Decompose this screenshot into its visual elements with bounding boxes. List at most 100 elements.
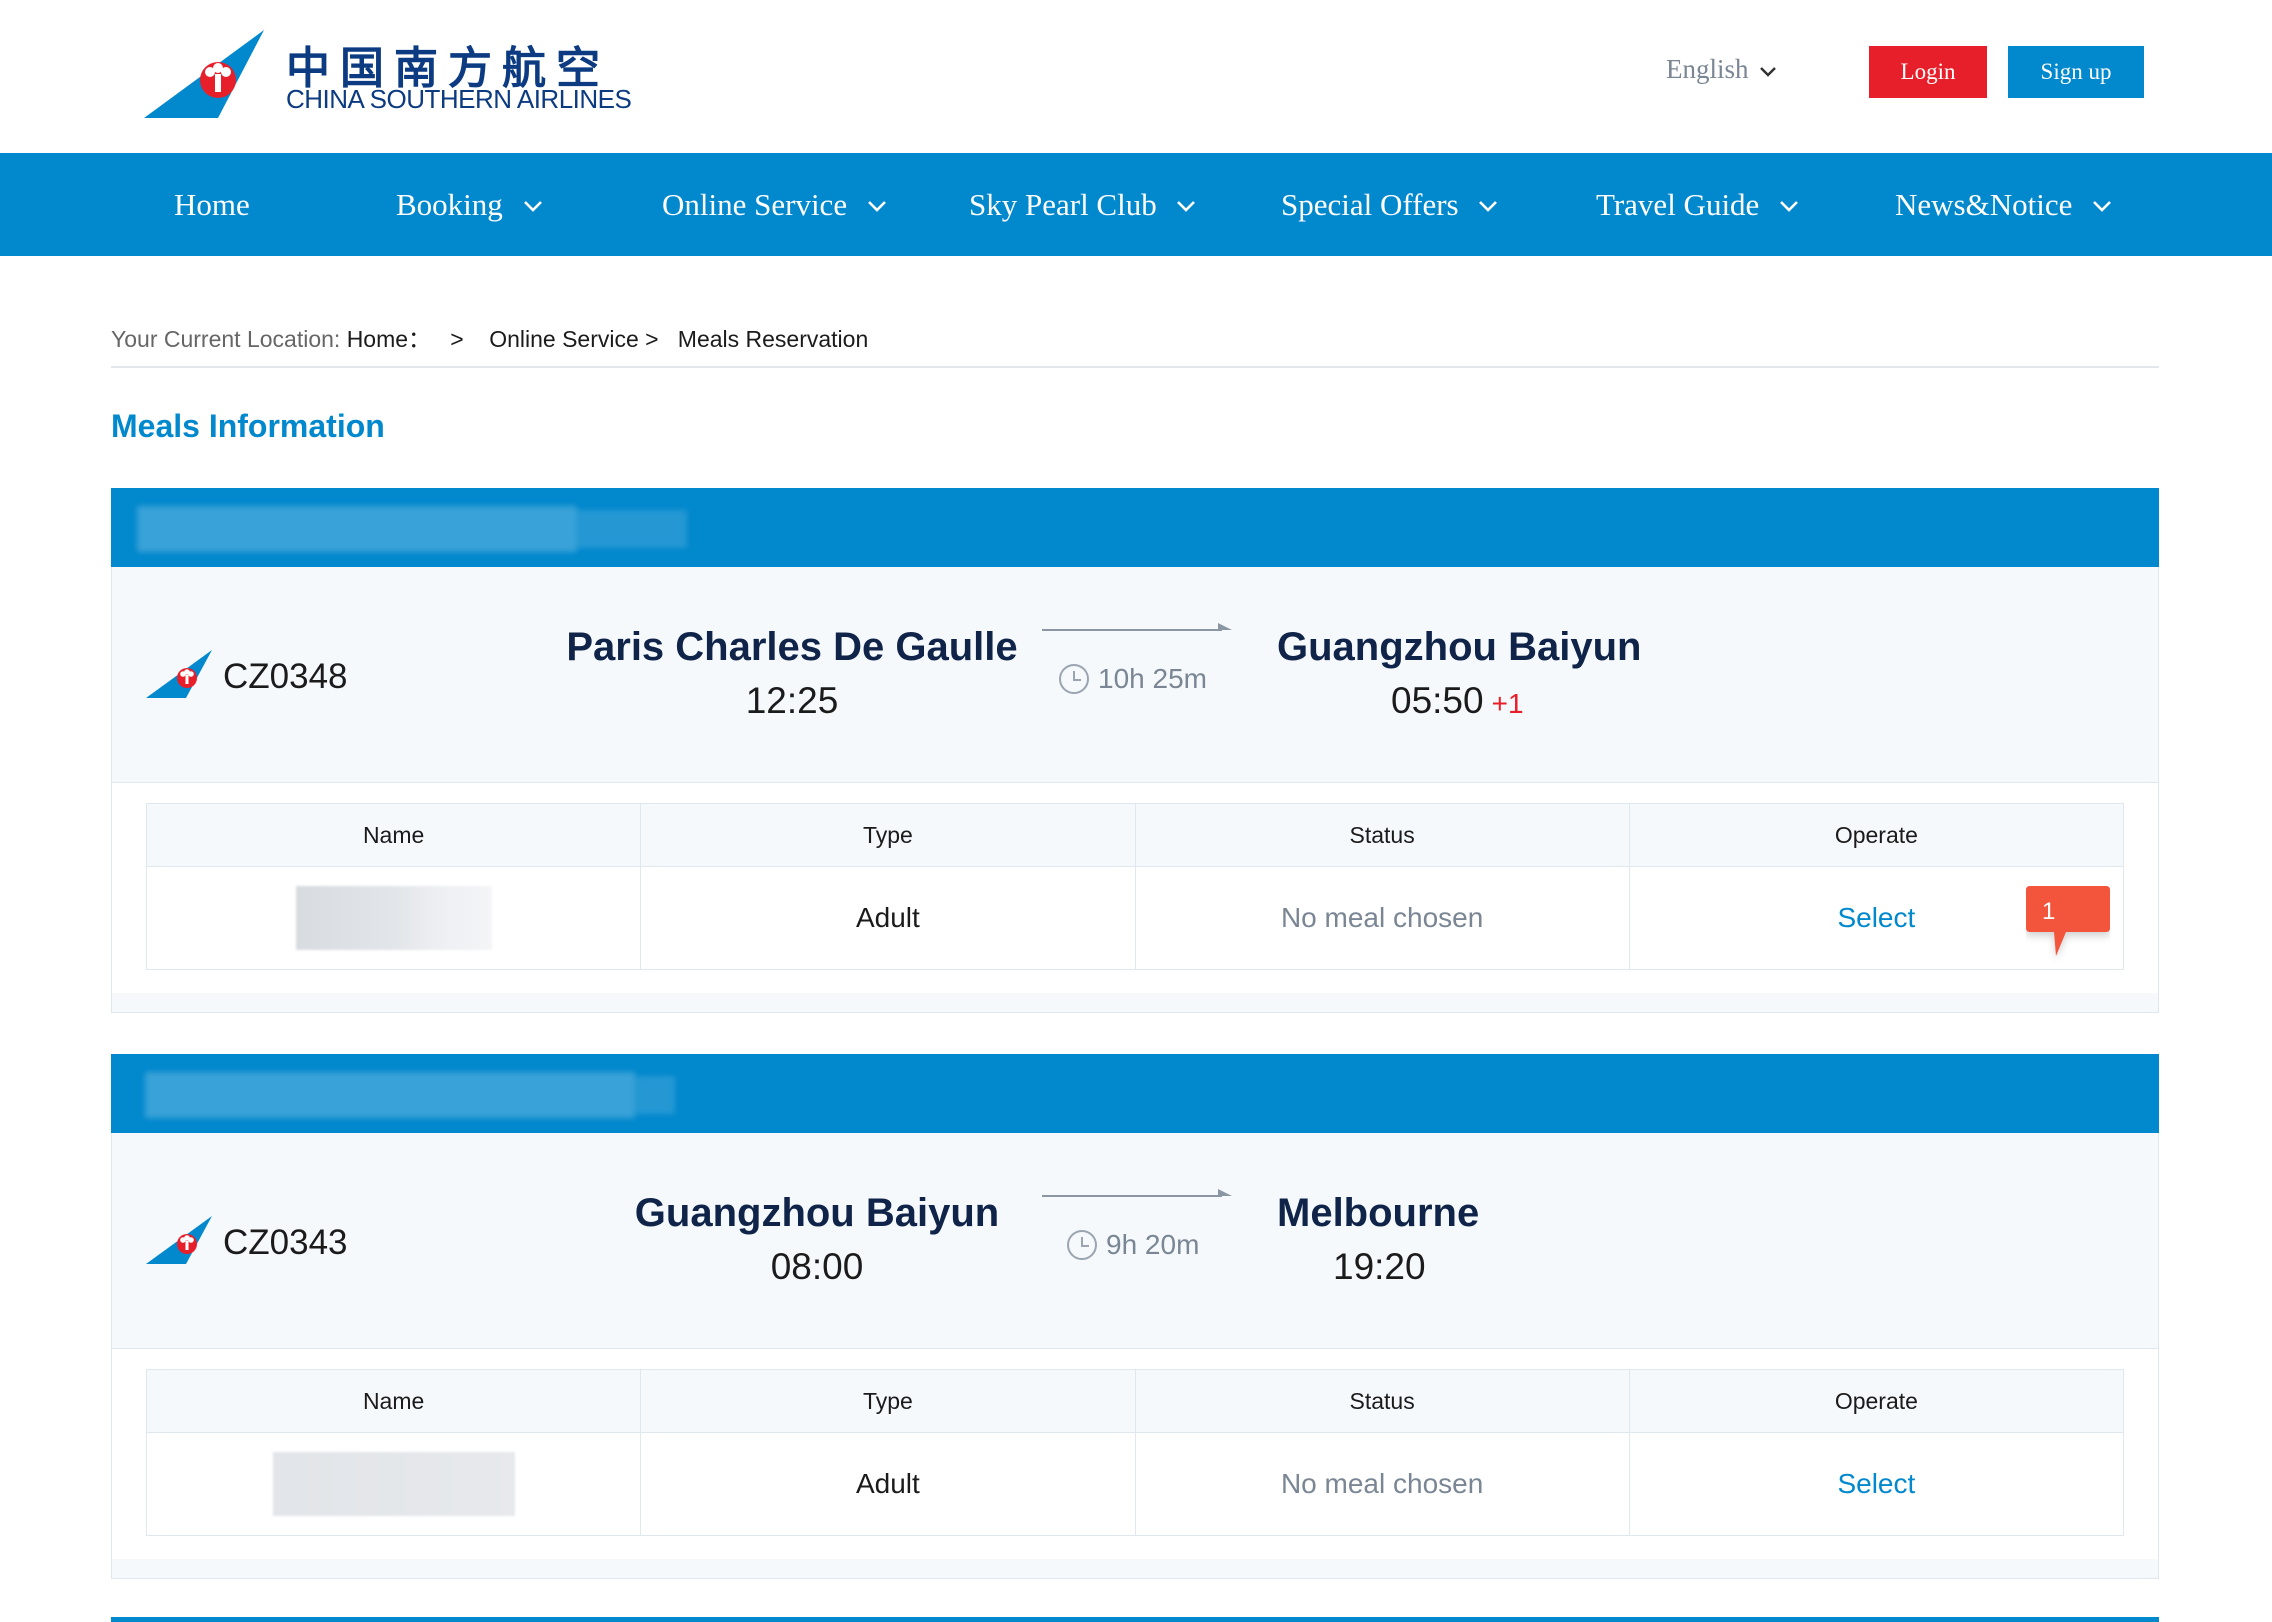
chevron-down-icon [523,200,542,212]
nav-item-news-notice[interactable]: News&Notice [1895,153,2112,256]
origin-name: Paris Charles De Gaulle [566,625,1018,669]
column-header-status: Status [1134,1369,1630,1433]
redacted-flight-date [145,1072,635,1118]
select-meal-link[interactable]: Select [1837,1468,1915,1499]
main-nav: Home Booking Online Service Sky Pearl Cl… [0,153,2272,256]
destination-airport: Melbourne 19:20 [1277,1191,1677,1288]
redacted-passenger-name [295,886,492,950]
destination-name: Guangzhou Baiyun [1277,625,1642,669]
login-button[interactable]: Login [1869,46,1987,98]
nav-item-booking[interactable]: Booking [396,153,543,256]
breadcrumb-current: Meals Reservation [677,326,869,352]
flight-duration: 10h 25m [1058,663,1207,697]
flight-info: CZ0348 Paris Charles De Gaulle 12:25 10h… [112,567,2158,782]
arrow-right-icon [1042,623,1232,631]
flight-number: CZ0348 [223,657,348,696]
passenger-type: Adult [640,866,1136,970]
table-row: Adult No meal chosen Select [145,1432,2125,1536]
airline-logo[interactable]: 中国南方航空 CHINA SOUTHERN AIRLINES [144,30,632,120]
redacted-flight-date [137,506,577,552]
flight-card-body: CZ0343 Guangzhou Baiyun 08:00 9h 20m Mel… [111,1133,2159,1579]
page-title: Meals Information [111,408,385,444]
flight-info: CZ0343 Guangzhou Baiyun 08:00 9h 20m Mel… [112,1133,2158,1348]
duration-text: 9h 20m [1106,1229,1200,1260]
redacted-flight-date [635,1076,675,1114]
chevron-down-icon [1479,200,1498,212]
arrival-time: 19:20 [1333,1246,1426,1287]
next-card-edge [111,1617,2159,1622]
passenger-name-cell [145,1432,642,1536]
departure-time: 08:00 [770,1246,864,1287]
nav-item-label: Online Service [662,187,848,222]
table-header-row: Name Type Status Operate [145,803,2125,867]
site-header: 中国南方航空 CHINA SOUTHERN AIRLINES English L… [0,0,2272,153]
clock-icon [1067,1229,1097,1260]
departure-time: 12:25 [745,680,839,721]
nav-item-label: Sky Pearl Club [969,187,1157,222]
chevron-down-icon [2093,200,2112,212]
breadcrumb: Your Current Location: Home： > Online Se… [111,320,868,354]
nav-item-sky-pearl-club[interactable]: Sky Pearl Club [969,153,1196,256]
flight-card-header [111,1054,2159,1133]
breadcrumb-online-service-link[interactable]: Online Service > [489,326,658,352]
arrival-time-row: 19:20 [1333,1246,1677,1288]
origin-name: Guangzhou Baiyun [634,1191,1000,1235]
column-header-name: Name [145,1369,642,1433]
nav-item-special-offers[interactable]: Special Offers [1281,153,1498,256]
flight-card-header [111,488,2159,567]
column-header-operate: Operate [1628,1369,2125,1433]
chevron-down-icon [1177,200,1196,212]
passenger-section: Name Type Status Operate Adult No meal c… [112,783,2158,993]
breadcrumb-separator: > [450,326,464,352]
nav-item-home[interactable]: Home [174,153,250,256]
day-offset: +1 [1491,688,1524,719]
arrow-right-icon [1042,1189,1232,1197]
breadcrumb-home-link[interactable]: Home： [347,326,431,352]
meal-status: No meal chosen [1134,866,1630,970]
select-meal-link[interactable]: Select [1837,902,1915,933]
destination-airport: Guangzhou Baiyun 05:50 +1 [1277,625,1877,722]
passenger-table: Name Type Status Operate Adult No meal c… [145,803,2125,970]
passenger-table: Name Type Status Operate Adult No meal c… [145,1369,2125,1536]
table-row: Adult No meal chosen Select [145,866,2125,970]
signup-button[interactable]: Sign up [2008,46,2144,98]
flight-card-body: CZ0348 Paris Charles De Gaulle 12:25 10h… [111,567,2159,1013]
logo-bird-icon [144,30,264,118]
destination-name: Melbourne [1277,1191,1480,1235]
column-header-type: Type [640,1369,1136,1433]
chevron-down-icon [1760,66,1777,77]
nav-item-label: Booking [396,187,503,222]
flight-duration: 9h 20m [1066,1229,1199,1263]
origin-airport: Guangzhou Baiyun 08:00 [612,1191,1022,1288]
nav-item-online-service[interactable]: Online Service [662,153,887,256]
breadcrumb-divider [111,366,2159,368]
clock-icon [1059,663,1089,694]
duration-text: 10h 25m [1098,663,1207,694]
notification-count: 1 [2042,898,2056,925]
arrival-time-row: 05:50 +1 [1391,680,1877,722]
language-selector[interactable]: English [1666,54,1777,85]
chevron-down-icon [1780,200,1798,212]
column-header-operate: Operate [1628,803,2125,867]
airline-logo-icon [146,1216,212,1264]
language-label: English [1666,54,1749,84]
logo-english-name: CHINA SOUTHERN AIRLINES [286,84,632,114]
flight-card: CZ0343 Guangzhou Baiyun 08:00 9h 20m Mel… [111,1054,2159,1579]
flight-card: CZ0348 Paris Charles De Gaulle 12:25 10h… [111,488,2159,1013]
nav-item-label: Special Offers [1281,187,1459,222]
redacted-passenger-name [272,1452,515,1516]
notification-bubble-icon [2026,886,2110,956]
airline-logo-icon [146,650,212,698]
meal-status: No meal chosen [1134,1432,1630,1536]
column-header-name: Name [145,803,642,867]
operate-cell: Select [1628,1432,2125,1536]
arrival-time: 05:50 [1391,680,1484,721]
column-header-status: Status [1134,803,1630,867]
nav-item-label: News&Notice [1895,187,2073,222]
nav-item-travel-guide[interactable]: Travel Guide [1596,153,1799,256]
nav-item-label: Travel Guide [1596,187,1760,222]
notification-badge[interactable]: 1 [2026,886,2110,964]
flight-number: CZ0343 [223,1223,348,1262]
table-header-row: Name Type Status Operate [145,1369,2125,1433]
nav-item-label: Home [174,187,250,222]
